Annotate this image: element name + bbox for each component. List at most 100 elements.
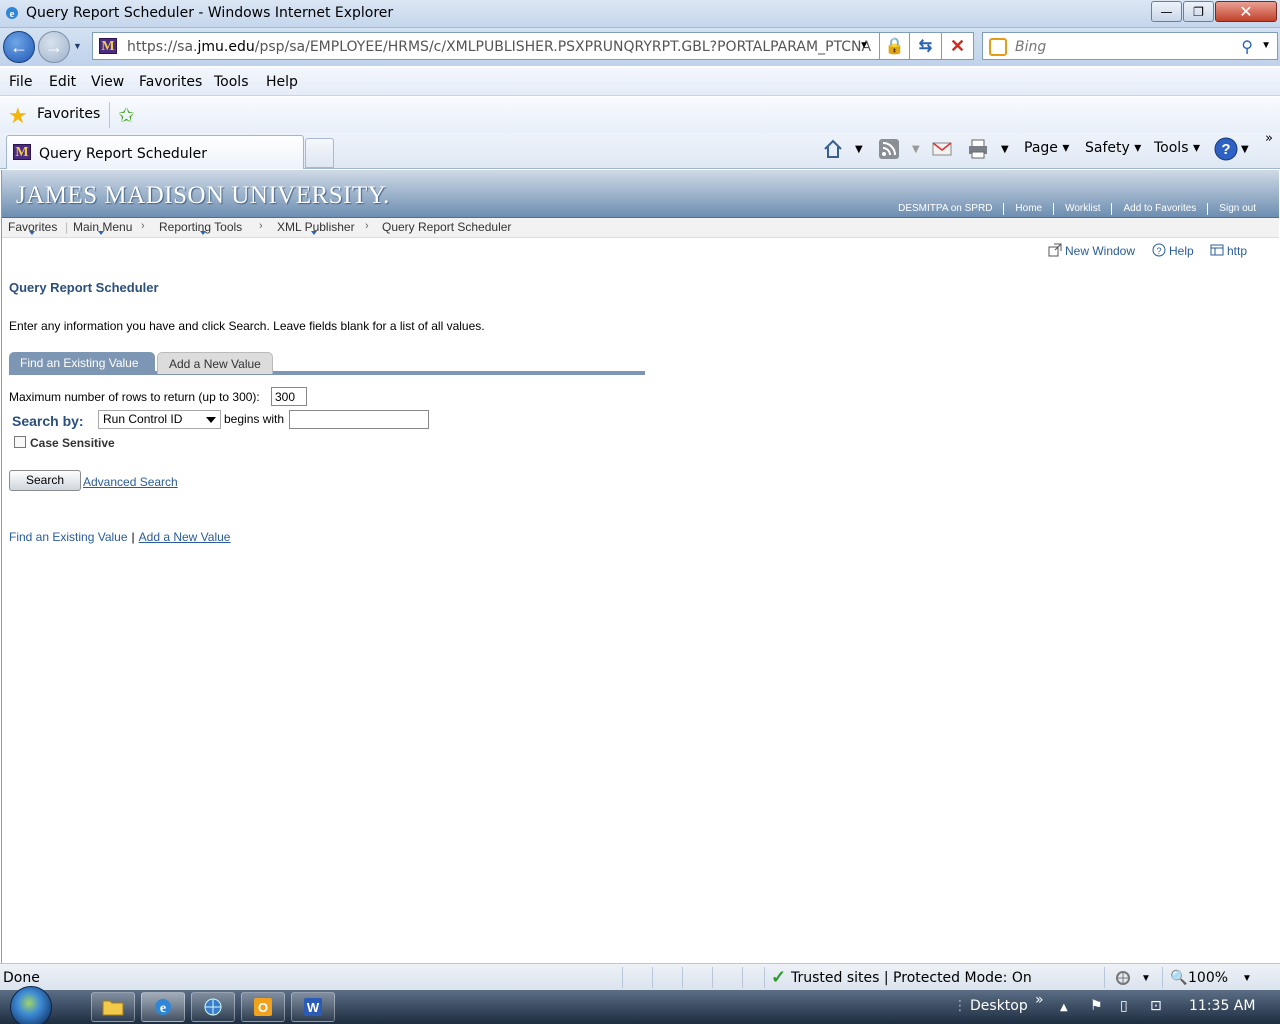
network-icon[interactable]: ⊡ xyxy=(1150,998,1162,1014)
help-dropdown-icon[interactable]: ▼ xyxy=(1241,144,1249,155)
run-control-id-input[interactable] xyxy=(289,410,429,429)
bottom-find-existing-value: Find an Existing Value xyxy=(9,530,128,544)
start-button[interactable] xyxy=(10,986,52,1024)
search-page-tabs: Find an Existing Value Add a New Value xyxy=(9,351,645,375)
menu-help[interactable]: Help xyxy=(266,74,298,90)
status-text: Done xyxy=(3,970,40,986)
case-sensitive-checkbox[interactable] xyxy=(14,436,26,448)
compatibility-view-button[interactable]: ⇆ xyxy=(910,32,942,60)
power-icon[interactable]: ▯ xyxy=(1120,998,1128,1014)
safety-menu[interactable]: Safety ▾ xyxy=(1085,140,1141,156)
tab-add-new-value[interactable]: Add a New Value xyxy=(157,352,273,374)
search-icon[interactable]: ⚲ xyxy=(1241,37,1253,57)
menu-tools[interactable]: Tools xyxy=(214,74,249,90)
back-button[interactable]: ← xyxy=(3,31,35,63)
favorites-button[interactable]: Favorites xyxy=(37,106,100,122)
status-divider xyxy=(622,967,623,988)
http-link[interactable]: http xyxy=(1210,243,1247,258)
taskbar-word-button[interactable]: W xyxy=(291,992,335,1022)
menu-file[interactable]: File xyxy=(9,74,32,90)
bottom-add-new-value-link[interactable]: Add a New Value xyxy=(139,530,231,544)
home-icon[interactable] xyxy=(822,138,844,160)
print-dropdown-icon[interactable]: ▼ xyxy=(1001,144,1009,155)
address-dropdown-icon[interactable]: ▼ xyxy=(859,40,869,51)
word-icon: W xyxy=(304,998,322,1016)
banner-home-link[interactable]: Home xyxy=(1003,203,1053,215)
main-menu-dropdown-icon xyxy=(98,231,104,235)
svg-text:O: O xyxy=(258,1000,268,1015)
banner-links: DESMITPA on SPRD Home Worklist Add to Fa… xyxy=(887,203,1267,215)
breadcrumb-arrow-icon: › xyxy=(259,220,263,232)
new-tab-button[interactable] xyxy=(305,138,334,168)
desktop-toolbar[interactable]: Desktop xyxy=(970,998,1028,1014)
taskbar-outlook-button[interactable]: O xyxy=(241,992,285,1022)
status-divider xyxy=(682,967,683,988)
add-ons-dropdown-icon[interactable]: ▼ xyxy=(1141,973,1151,984)
banner-sign-out-link[interactable]: Sign out xyxy=(1207,203,1267,215)
add-to-favorites-bar-icon[interactable]: ✩ xyxy=(118,103,135,128)
feeds-dropdown-icon[interactable]: ▼ xyxy=(912,144,920,155)
address-bar[interactable]: M https://sa.jmu.edu/psp/sa/EMPLOYEE/HRM… xyxy=(92,32,880,60)
banner-worklist-link[interactable]: Worklist xyxy=(1053,203,1111,215)
status-divider xyxy=(742,967,743,988)
case-sensitive-label: Case Sensitive xyxy=(30,436,115,450)
favorites-divider xyxy=(109,102,110,128)
add-ons-icon[interactable] xyxy=(1114,969,1134,987)
zoom-level[interactable]: 100% xyxy=(1188,970,1228,986)
address-url[interactable]: https://sa.jmu.edu/psp/sa/EMPLOYEE/HRMS/… xyxy=(127,39,871,55)
print-icon[interactable] xyxy=(967,138,989,160)
minimize-button[interactable]: — xyxy=(1151,1,1182,22)
taskbar-ie-button[interactable]: e xyxy=(141,992,185,1022)
favorites-star-icon[interactable]: ★ xyxy=(8,103,28,129)
search-box[interactable]: Bing ⚲ ▼ xyxy=(982,32,1278,60)
stop-button[interactable]: ✕ xyxy=(942,32,974,60)
restore-button[interactable]: ❐ xyxy=(1183,1,1214,22)
banner-add-favorites-link[interactable]: Add to Favorites xyxy=(1111,203,1207,215)
svg-text:?: ? xyxy=(1221,141,1230,158)
security-lock-icon[interactable]: 🔒 xyxy=(880,32,910,60)
show-hidden-icons-icon[interactable]: ▲ xyxy=(1060,1002,1068,1013)
reporting-tools-dropdown-icon xyxy=(200,231,206,235)
tab-query-report-scheduler[interactable]: M Query Report Scheduler xyxy=(6,135,304,169)
operator-label: begins with xyxy=(224,412,285,426)
breadcrumb: Favorites | Main Menu › Reporting Tools … xyxy=(2,218,1279,238)
taskbar-explorer-button[interactable] xyxy=(91,992,135,1022)
menu-edit[interactable]: Edit xyxy=(49,74,76,90)
favorites-bar: ★ Favorites ✩ xyxy=(0,97,1280,133)
recent-pages-dropdown-icon[interactable]: ▼ xyxy=(73,41,82,51)
read-mail-icon[interactable] xyxy=(931,138,953,160)
more-commands-chevron-icon[interactable]: » xyxy=(1265,131,1273,146)
tab-title: Query Report Scheduler xyxy=(39,146,207,162)
search-by-select[interactable]: Run Control ID xyxy=(98,410,221,429)
help-circle-icon[interactable]: ? xyxy=(1214,137,1238,161)
zoom-dropdown-icon[interactable]: ▼ xyxy=(1242,973,1252,984)
new-window-link[interactable]: New Window xyxy=(1048,243,1135,258)
menu-view[interactable]: View xyxy=(91,74,124,90)
tools-menu[interactable]: Tools ▾ xyxy=(1154,140,1200,156)
search-dropdown-icon[interactable]: ▼ xyxy=(1261,40,1271,51)
max-rows-input[interactable] xyxy=(271,387,307,406)
advanced-search-link[interactable]: Advanced Search xyxy=(83,475,178,489)
help-link[interactable]: ? Help xyxy=(1152,243,1194,258)
feeds-icon[interactable] xyxy=(878,138,900,160)
home-dropdown-icon[interactable]: ▼ xyxy=(855,144,863,155)
page-menu[interactable]: Page ▾ xyxy=(1024,140,1069,156)
tab-find-existing-value[interactable]: Find an Existing Value xyxy=(9,352,155,374)
action-center-flag-icon[interactable]: ⚑ xyxy=(1090,998,1103,1014)
address-toolbar: ← → ▼ M https://sa.jmu.edu/psp/sa/EMPLOY… xyxy=(0,28,1280,66)
breadcrumb-arrow-icon: › xyxy=(141,220,145,232)
back-arrow-icon: ← xyxy=(10,36,28,57)
clock[interactable]: 11:35 AM xyxy=(1189,998,1255,1014)
svg-text:e: e xyxy=(160,1001,166,1016)
security-zone[interactable]: Trusted sites | Protected Mode: On xyxy=(791,970,1032,986)
trusted-check-icon: ✓ xyxy=(771,967,787,987)
taskbar-network-button[interactable] xyxy=(191,992,235,1022)
menu-favorites[interactable]: Favorites xyxy=(139,74,202,90)
search-button[interactable]: Search xyxy=(9,470,81,491)
desktop-toolbar-chevron-icon[interactable]: » xyxy=(1035,992,1044,1008)
status-divider xyxy=(1104,967,1105,988)
window-title-bar: e Query Report Scheduler - Windows Inter… xyxy=(0,0,1280,28)
forward-button[interactable]: → xyxy=(38,31,70,63)
close-window-button[interactable]: ✕ xyxy=(1215,1,1277,22)
status-bar: Done ✓ Trusted sites | Protected Mode: O… xyxy=(0,963,1280,990)
